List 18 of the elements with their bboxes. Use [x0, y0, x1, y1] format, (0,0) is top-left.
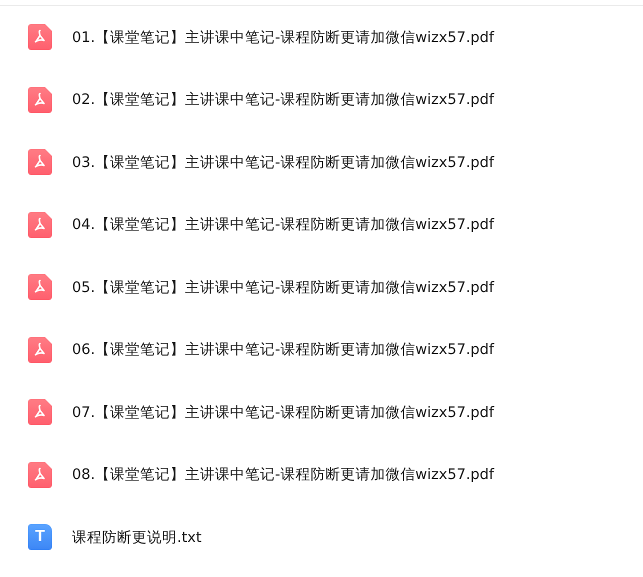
pdf-file-icon: [28, 24, 52, 50]
file-name[interactable]: 课程防断更说明.txt: [72, 528, 202, 547]
pdf-file-icon: [28, 399, 52, 426]
pdf-file-icon: [28, 274, 52, 300]
pdf-file-icon: [28, 212, 52, 238]
file-name[interactable]: 04.【课堂笔记】主讲课中笔记-课程防断更请加微信wizx57.pdf: [72, 215, 494, 234]
file-name[interactable]: 08.【课堂笔记】主讲课中笔记-课程防断更请加微信wizx57.pdf: [72, 465, 494, 484]
pdf-file-icon: [28, 336, 52, 363]
file-name[interactable]: 02.【课堂笔记】主讲课中笔记-课程防断更请加微信wizx57.pdf: [72, 90, 494, 110]
file-name[interactable]: 05.【课堂笔记】主讲课中笔记-课程防断更请加微信wizx57.pdf: [72, 278, 494, 297]
file-name[interactable]: 07.【课堂笔记】主讲课中笔记-课程防断更请加微信wizx57.pdf: [72, 402, 494, 422]
file-name[interactable]: 06.【课堂笔记】主讲课中笔记-课程防断更请加微信wizx57.pdf: [72, 340, 494, 360]
pdf-file-icon: [28, 149, 52, 176]
pdf-file-icon: [28, 86, 52, 113]
pdf-file-icon: [28, 462, 52, 488]
text-file-icon: T: [28, 524, 52, 550]
file-name[interactable]: 03.【课堂笔记】主讲课中笔记-课程防断更请加微信wizx57.pdf: [72, 152, 494, 172]
file-name[interactable]: 01.【课堂笔记】主讲课中笔记-课程防断更请加微信wizx57.pdf: [72, 28, 494, 47]
